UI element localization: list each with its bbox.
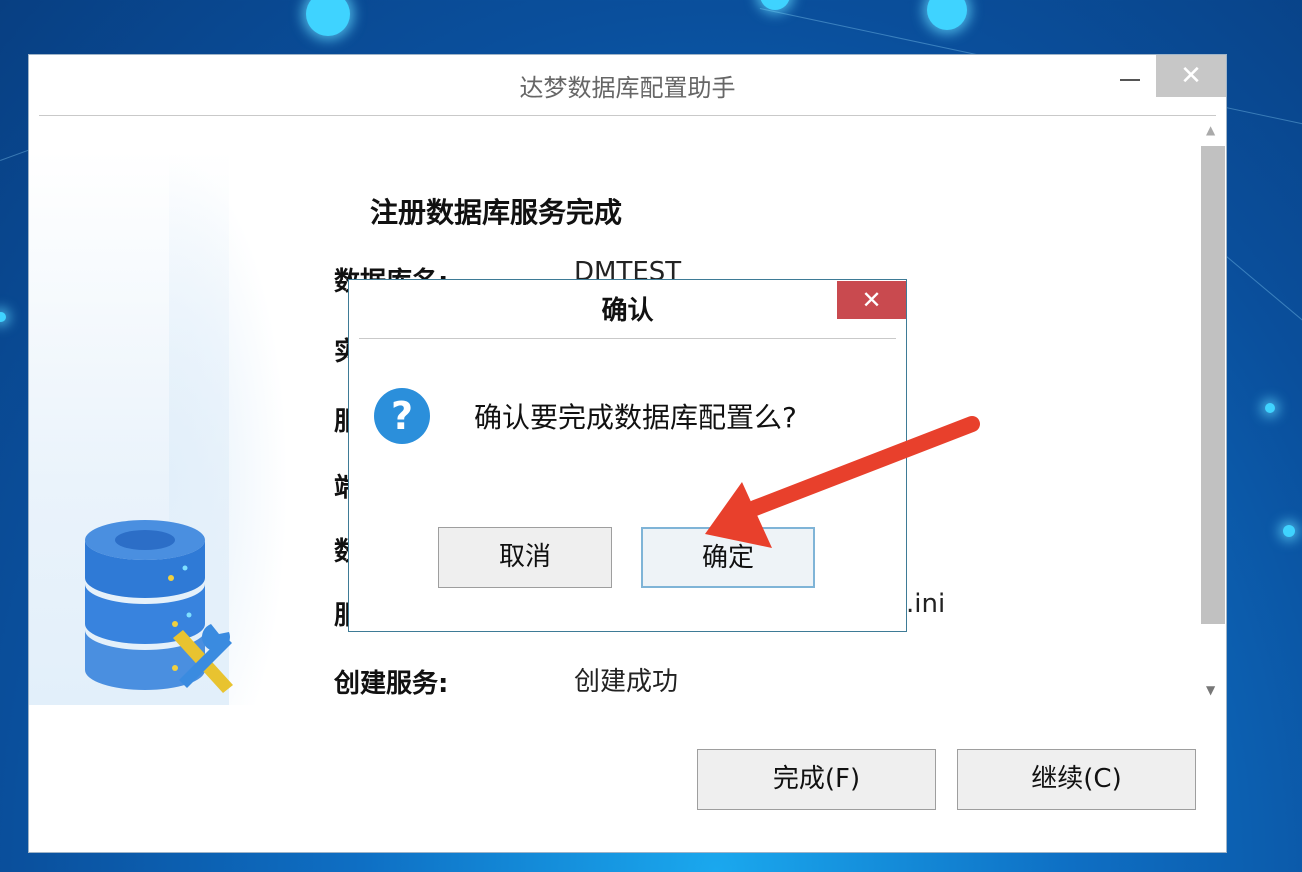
scroll-up-icon[interactable]: ▲ — [1206, 123, 1215, 137]
section-title: 注册数据库服务完成 — [370, 196, 623, 229]
continue-button[interactable]: 继续(C) — [957, 749, 1196, 810]
vertical-scrollbar[interactable]: ▲ ▼ — [1199, 121, 1225, 706]
minimize-button[interactable] — [1112, 64, 1148, 94]
database-wrench-icon — [85, 520, 233, 693]
close-icon: ✕ — [1180, 61, 1202, 91]
info-value-service-file: .ini — [906, 589, 946, 619]
background-dot — [1283, 525, 1295, 537]
scroll-down-icon[interactable]: ▼ — [1206, 683, 1215, 697]
dialog-close-button[interactable]: ✕ — [837, 281, 906, 319]
background-dot — [306, 0, 350, 36]
finish-button[interactable]: 完成(F) — [697, 749, 936, 810]
dialog-title: 确认 — [601, 296, 654, 326]
window-close-button[interactable]: ✕ — [1156, 55, 1226, 97]
confirm-dialog: 确认 ✕ ? 确认要完成数据库配置么? 取消 确定 — [348, 279, 907, 632]
window-title: 达梦数据库配置助手 — [519, 74, 736, 102]
info-value-create-service: 创建成功 — [574, 667, 679, 697]
background-dot — [0, 312, 6, 322]
close-icon: ✕ — [861, 286, 882, 314]
dialog-message: 确认要完成数据库配置么? — [474, 401, 797, 434]
ok-button[interactable]: 确定 — [641, 527, 815, 588]
background-dot — [927, 0, 967, 30]
info-label-create-service: 创建服务: — [334, 669, 449, 699]
title-divider — [39, 115, 1216, 116]
cancel-button[interactable]: 取消 — [438, 527, 612, 588]
scroll-thumb[interactable] — [1201, 146, 1225, 624]
background-dot — [1265, 403, 1275, 413]
dialog-divider — [359, 338, 896, 339]
question-icon: ? — [374, 388, 430, 444]
